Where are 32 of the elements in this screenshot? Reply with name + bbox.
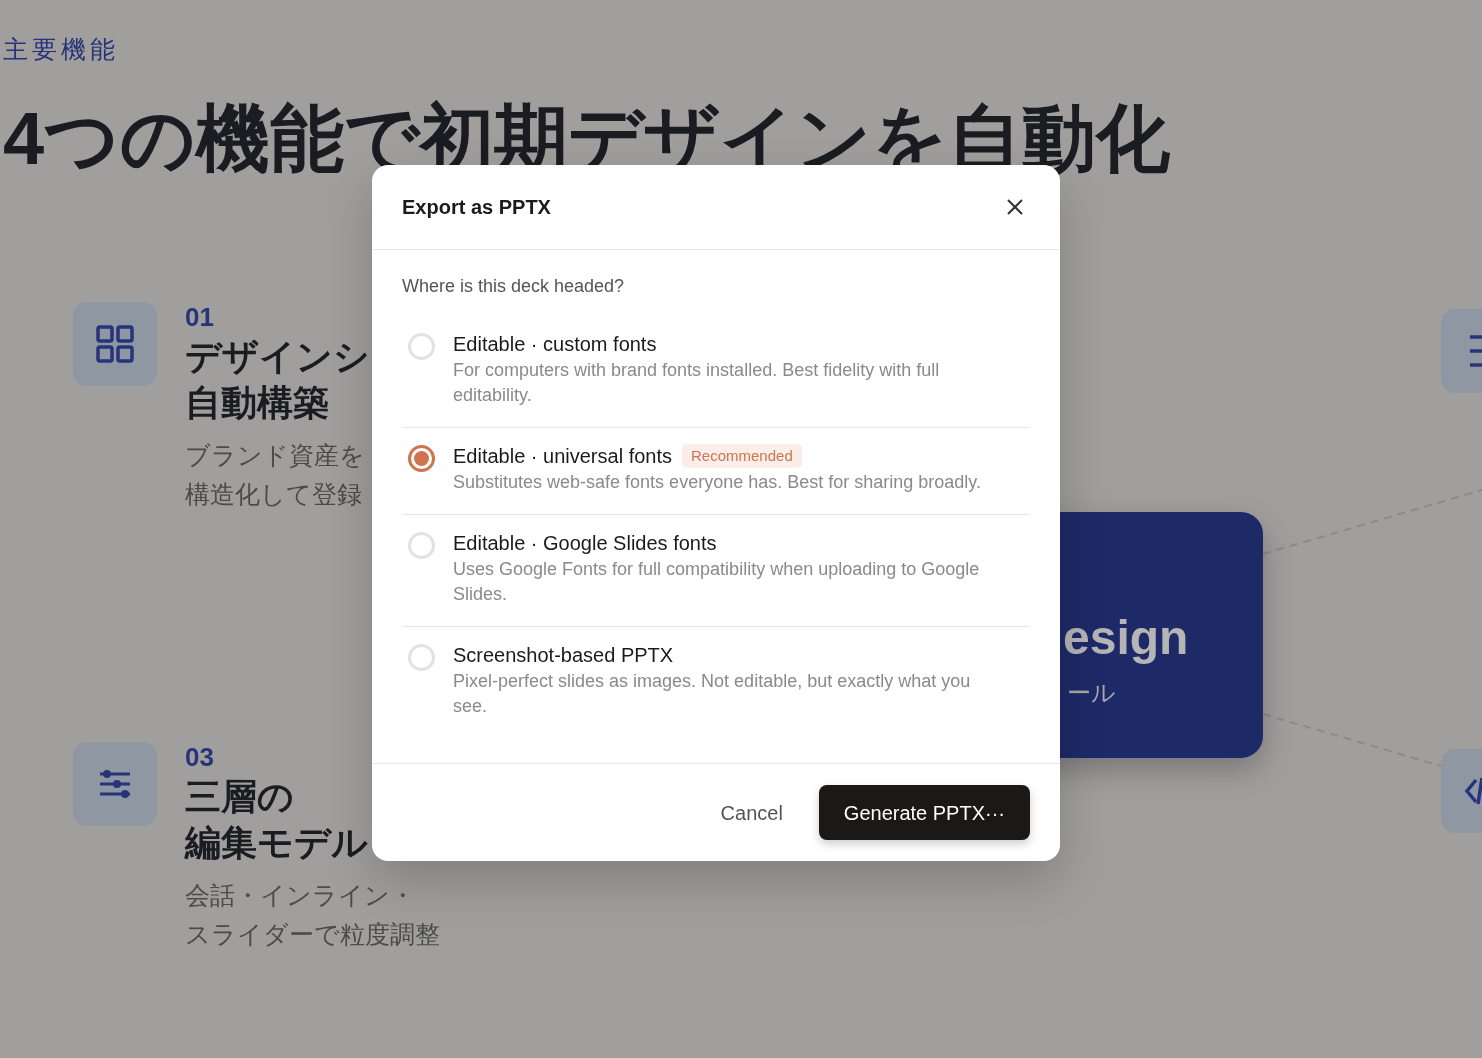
dialog-question: Where is this deck headed? <box>402 275 626 298</box>
option-title: Screenshot-based PPTX <box>453 643 674 668</box>
feature-description: ブランド資産を 構造化して登録 <box>185 440 365 510</box>
feature-title: デザインシ 自動構築 <box>185 335 370 425</box>
option-description: For computers with brand fonts installed. Best fidelity with full editability. <box>453 359 941 407</box>
export-option[interactable]: Screenshot-based PPTX Pixel-perfect slides as images. Not editable, but exactly what you see. <box>402 627 1030 738</box>
sliders-icon <box>98 768 132 800</box>
grid-icon <box>95 324 135 364</box>
feature-description: 会話・インライン・ スライダーで粒度調整 <box>185 880 440 950</box>
close-icon <box>1007 199 1023 215</box>
option-title: Editable · custom fonts <box>453 332 657 357</box>
code-icon <box>1464 776 1482 806</box>
feature-title: 三層の 編集モデル <box>185 775 368 865</box>
card-subtitle: ール <box>1067 678 1116 708</box>
list-icon <box>1468 334 1482 368</box>
option-description: Pixel-perfect slides as images. Not editable, but exactly what you see. <box>453 670 972 718</box>
option-description: Uses Google Fonts for full compatibility when uploading to Google Slides. <box>453 558 981 606</box>
generate-button[interactable]: Generate PPTX··· <box>818 785 1030 840</box>
export-option[interactable]: Editable · custom fonts For computers with brand fonts installed. Best fidelity with full editability. <box>402 316 1030 428</box>
option-description: Substitutes web-safe fonts everyone has. Best for sharing broadly. <box>453 471 982 494</box>
feature-number: 03 <box>185 742 214 772</box>
option-title: Editable · universal fonts <box>453 444 672 469</box>
option-title: Editable · Google Slides fonts <box>453 531 717 556</box>
radio-button[interactable] <box>408 445 435 472</box>
section-eyebrow: 主要機能 <box>3 34 120 65</box>
cancel-button[interactable]: Cancel <box>720 797 783 828</box>
recommended-badge: Recommended <box>682 444 802 468</box>
export-option[interactable]: Editable · universal fonts Recommended Substitutes web-safe fonts everyone has. Best for sharing broadly. <box>402 428 1030 515</box>
export-option[interactable]: Editable · Google Slides fonts Uses Google Fonts for full compatibility when uploading to Google Slides. <box>402 515 1030 627</box>
card-title: esign <box>1063 610 1189 666</box>
feature-number: 01 <box>185 302 214 332</box>
dialog-title: Export as PPTX <box>402 195 551 220</box>
